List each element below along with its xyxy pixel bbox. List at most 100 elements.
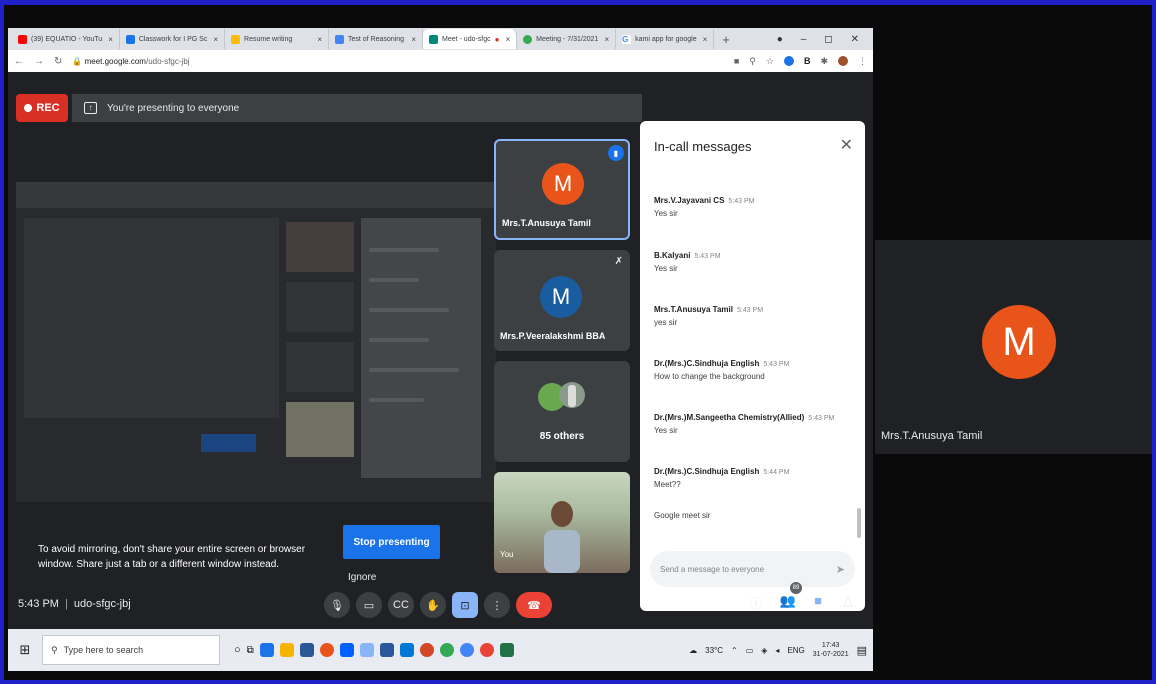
forward-icon[interactable]: → xyxy=(34,56,44,67)
camera-button[interactable]: ▭ xyxy=(356,592,382,618)
tab-youtube[interactable]: (39) EQUATIO - YouTu × xyxy=(12,29,120,49)
message-time: 5:43 PM xyxy=(694,253,721,260)
new-tab-button[interactable]: + xyxy=(714,32,738,47)
tab-resume[interactable]: Resume writing × xyxy=(225,29,330,49)
self-video-tile[interactable]: You xyxy=(494,472,630,573)
word-icon[interactable] xyxy=(379,643,394,657)
rec-label: REC xyxy=(36,102,60,114)
stop-presenting-button[interactable]: Stop presenting xyxy=(343,525,440,559)
maximize-button[interactable]: ◻ xyxy=(824,34,832,45)
close-icon[interactable]: × xyxy=(703,35,708,44)
meeting-info: 5:43 PM | udo-sfgc-jbj xyxy=(18,598,131,610)
battery-icon[interactable]: ▭ xyxy=(746,646,754,655)
close-icon[interactable]: × xyxy=(604,35,609,44)
tab-label: Classwork for I PG Sc xyxy=(138,35,208,43)
tab-meeting[interactable]: Meeting - 7/31/2021 × xyxy=(517,29,617,49)
cortana-icon[interactable]: ○ xyxy=(234,644,241,656)
close-icon[interactable]: × xyxy=(506,35,511,44)
presenting-text: You're presenting to everyone xyxy=(107,102,240,114)
border-bottom xyxy=(0,680,1156,684)
chrome-icon[interactable] xyxy=(439,643,454,657)
classroom-icon xyxy=(125,34,135,44)
photos-icon[interactable] xyxy=(399,643,414,657)
profile-icon[interactable]: ● xyxy=(777,34,783,45)
close-icon[interactable]: × xyxy=(108,35,113,44)
raise-hand-button[interactable]: ✋ xyxy=(420,592,446,618)
chat-icon: ■ xyxy=(814,593,822,608)
close-icon[interactable]: × xyxy=(411,35,416,44)
excel-icon[interactable] xyxy=(499,643,514,657)
mic-button[interactable]: 🎙 xyxy=(324,592,350,618)
chat-input-placeholder: Send a message to everyone xyxy=(660,564,765,574)
windows-taskbar: ⊞ ⚲ Type here to search ○ ⧉ ☁ 33°C ⌃ ▭ ◈… xyxy=(8,629,873,671)
back-icon[interactable]: ← xyxy=(14,56,24,67)
weather-temp[interactable]: 33°C xyxy=(705,646,723,655)
store-icon[interactable] xyxy=(299,643,314,657)
activities-button[interactable]: △ xyxy=(838,593,858,609)
dropbox-icon[interactable] xyxy=(339,643,354,657)
close-window-button[interactable]: ✕ xyxy=(851,34,859,45)
chrome-icon[interactable] xyxy=(479,643,494,657)
url-field[interactable]: 🔒 meet.google.com/udo-sfgc-jbj xyxy=(72,57,189,66)
participant-tile[interactable]: M ▮ Mrs.T.Anusuya Tamil xyxy=(494,139,630,240)
send-icon[interactable]: ➤ xyxy=(836,563,845,576)
chat-button[interactable]: ■ xyxy=(808,593,828,608)
edge-icon[interactable] xyxy=(259,643,274,657)
chrome-icon[interactable] xyxy=(459,643,474,657)
task-view-icon[interactable]: ⧉ xyxy=(247,645,254,656)
firefox-icon[interactable] xyxy=(319,643,334,657)
tab-classwork[interactable]: Classwork for I PG Sc × xyxy=(120,29,226,49)
ignore-button[interactable]: Ignore xyxy=(348,572,388,588)
notification-icon[interactable]: ▤ xyxy=(857,644,867,657)
mirror-line xyxy=(369,248,439,252)
people-button[interactable]: 👥 xyxy=(778,593,798,609)
tab-bar: (39) EQUATIO - YouTu × Classwork for I PG… xyxy=(8,28,873,50)
star-icon[interactable]: ☆ xyxy=(766,56,774,67)
volume-icon[interactable]: ◂ xyxy=(775,646,779,655)
others-tile[interactable]: 85 others xyxy=(494,361,630,462)
minimize-button[interactable]: – xyxy=(801,34,807,45)
file-explorer-icon[interactable] xyxy=(279,643,294,657)
border-top xyxy=(0,0,1156,5)
camera-icon[interactable]: ■ xyxy=(734,56,739,66)
chat-message: Dr.(Mrs.)C.Sindhuja English 5:43 PM How to… xyxy=(654,359,854,381)
more-options-button[interactable]: ⋮ xyxy=(484,592,510,618)
leave-call-button[interactable]: ☎ xyxy=(516,592,552,618)
chat-message: Dr.(Mrs.)C.Sindhuja English 5:44 PM Meet?? xyxy=(654,467,854,489)
message-text: How to change the background xyxy=(654,372,765,381)
avatar[interactable] xyxy=(838,56,848,66)
close-icon[interactable]: ✕ xyxy=(840,135,853,155)
language-indicator[interactable]: ENG xyxy=(787,646,804,655)
app-icon[interactable] xyxy=(359,643,374,657)
extension-b-icon[interactable]: B xyxy=(804,56,811,66)
speaking-icon: ▮ xyxy=(608,145,624,161)
mic-icon: 🎙 xyxy=(330,599,344,612)
close-icon[interactable]: × xyxy=(213,35,218,44)
zoom-icon[interactable]: ⚲ xyxy=(749,56,756,67)
tray-arrow-icon[interactable]: ⌃ xyxy=(731,646,738,655)
hand-icon: ✋ xyxy=(426,599,440,612)
tab-meet[interactable]: Meet - udo-sfgc ● × xyxy=(423,29,518,49)
network-icon[interactable]: ◈ xyxy=(761,646,767,655)
captions-button[interactable]: CC xyxy=(388,592,414,618)
others-avatars-icon xyxy=(538,382,585,411)
app-icon[interactable] xyxy=(419,643,434,657)
present-button[interactable]: ⊡ xyxy=(452,592,478,618)
chat-input[interactable]: Send a message to everyone ➤ xyxy=(650,551,855,587)
tab-kami[interactable]: Gkami app for google × xyxy=(616,29,715,49)
close-icon[interactable]: × xyxy=(317,35,322,44)
reload-icon[interactable]: ↻ xyxy=(54,56,62,67)
extension-icon[interactable] xyxy=(783,56,794,66)
window-controls: ● – ◻ ✕ xyxy=(777,34,873,45)
taskbar-search[interactable]: ⚲ Type here to search xyxy=(42,635,220,665)
participant-tile[interactable]: M ✗ Mrs.P.Veeralakshmi BBA xyxy=(494,250,630,351)
start-button[interactable]: ⊞ xyxy=(8,629,42,671)
puzzle-icon[interactable]: ✱ xyxy=(820,56,828,67)
taskbar-clock[interactable]: 17:43 31-07-2021 xyxy=(813,641,849,659)
people-icon: 👥 xyxy=(779,593,797,608)
person-video xyxy=(544,501,580,573)
tab-reasoning[interactable]: Test of Reasoning × xyxy=(329,29,424,49)
menu-icon[interactable]: ⋮ xyxy=(858,56,867,67)
chat-scrollbar[interactable] xyxy=(857,508,861,538)
info-button[interactable]: ⓘ xyxy=(746,593,766,612)
